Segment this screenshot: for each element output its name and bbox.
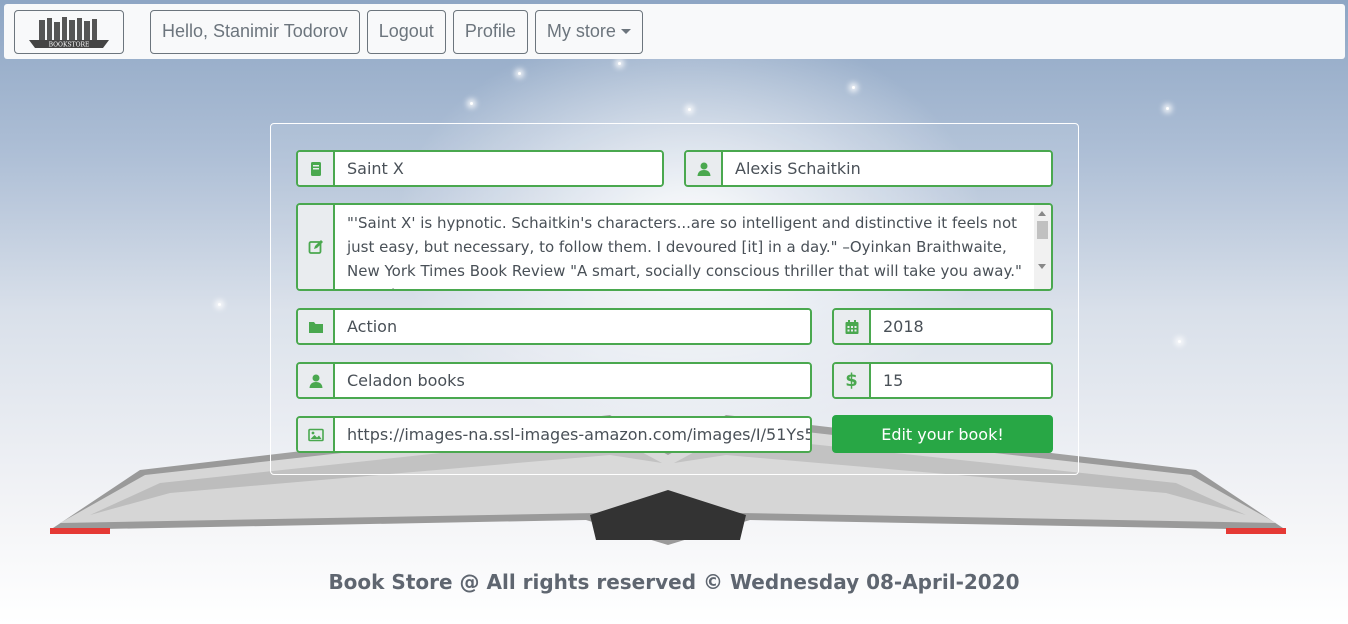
year-input[interactable]: 2018 [871, 310, 1051, 343]
sparkle-decoration [1166, 107, 1169, 110]
genre-field: Action [296, 308, 812, 345]
sparkle-decoration [470, 102, 473, 105]
title-field: Saint X [296, 150, 664, 187]
description-textarea[interactable]: "'Saint X' is hypnotic. Schaitkin's char… [335, 205, 1051, 289]
author-field: Alexis Schaitkin [684, 150, 1053, 187]
calendar-icon [834, 310, 871, 343]
chevron-down-icon [620, 29, 631, 34]
description-field: "'Saint X' is hypnotic. Schaitkin's char… [296, 203, 1053, 291]
home-logo-button[interactable]: BOOKSTORE [14, 9, 124, 54]
image-url-field: https://images-na.ssl-images-amazon.com/… [296, 416, 812, 453]
svg-text:BOOKSTORE: BOOKSTORE [49, 41, 90, 48]
publisher-input[interactable]: Celadon books [335, 364, 810, 397]
bookstore-logo-icon: BOOKSTORE [29, 16, 109, 48]
scroll-down-icon [1038, 264, 1046, 269]
author-input[interactable]: Alexis Schaitkin [723, 152, 1051, 185]
description-scrollbar[interactable] [1034, 205, 1051, 289]
price-field: $ 15 [832, 362, 1053, 399]
edit-icon [298, 205, 335, 289]
profile-button[interactable]: Profile [452, 9, 528, 54]
user-icon [686, 152, 723, 185]
image-url-input[interactable]: https://images-na.ssl-images-amazon.com/… [335, 418, 810, 451]
sparkle-decoration [618, 62, 621, 65]
greeting-button[interactable]: Hello, Stanimir Todorov [150, 9, 360, 54]
scroll-up-icon [1038, 211, 1046, 216]
sparkle-decoration [688, 108, 691, 111]
dollar-icon: $ [834, 364, 871, 397]
sparkle-decoration [518, 72, 521, 75]
image-icon [298, 418, 335, 451]
folder-icon [298, 310, 335, 343]
my-store-label: My store [546, 21, 616, 41]
genre-input[interactable]: Action [335, 310, 810, 343]
book-icon [298, 152, 335, 185]
user-icon [298, 364, 335, 397]
description-text: "'Saint X' is hypnotic. Schaitkin's char… [347, 214, 1022, 289]
sparkle-decoration [218, 303, 221, 306]
scroll-thumb[interactable] [1037, 221, 1048, 239]
footer-copyright: Book Store @ All rights reserved © Wedne… [328, 570, 1020, 594]
price-input[interactable]: 15 [871, 364, 1051, 397]
logout-button[interactable]: Logout [366, 9, 446, 54]
publisher-field: Celadon books [296, 362, 812, 399]
edit-book-submit-button[interactable]: Edit your book! [832, 415, 1053, 453]
sparkle-decoration [852, 86, 855, 89]
title-input[interactable]: Saint X [335, 152, 662, 185]
year-field: 2018 [832, 308, 1053, 345]
sparkle-decoration [1178, 340, 1181, 343]
my-store-dropdown[interactable]: My store [534, 9, 643, 54]
top-navbar: BOOKSTORE Hello, Stanimir Todorov Logout… [4, 4, 1345, 59]
